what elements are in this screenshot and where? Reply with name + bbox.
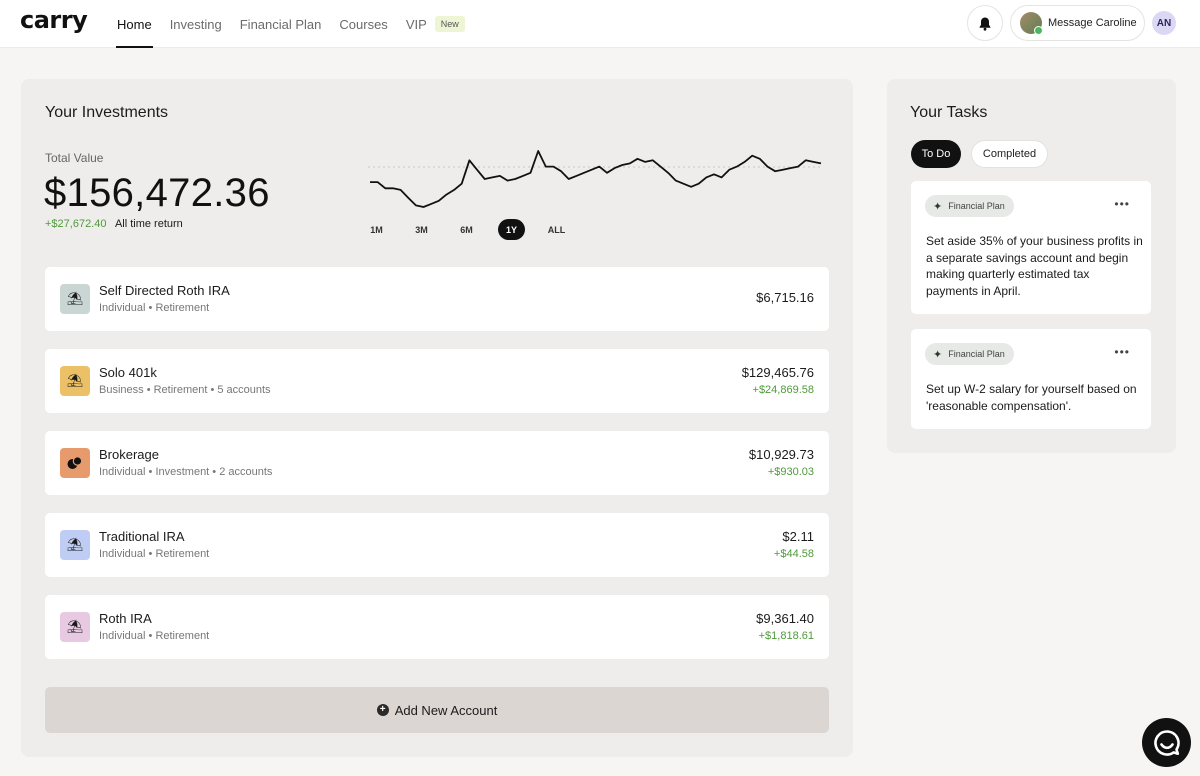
account-value: $6,715.16 (756, 290, 814, 305)
add-new-account-label: Add New Account (394, 702, 498, 718)
all-time-return: +$27,672.40 All time return (45, 218, 183, 230)
account-solo-401k[interactable]: ⛱ Solo 401k Business • Retirement • 5 ac… (45, 349, 829, 413)
time-range-selector: 1M 3M 6M 1Y ALL (363, 219, 588, 240)
account-details: Business • Retirement • 5 accounts (99, 384, 271, 396)
carry-logo[interactable]: carry (20, 6, 88, 34)
account-name: Solo 401k (99, 365, 157, 380)
more-options-icon[interactable]: ••• (1114, 345, 1130, 359)
account-value: $129,465.76 (741, 365, 814, 380)
tab-completed[interactable]: Completed (971, 140, 1048, 168)
account-brokerage[interactable]: Brokerage Individual • Investment • 2 ac… (45, 431, 829, 495)
umbrella-icon: ⛱ (60, 530, 90, 560)
advisor-avatar (1020, 12, 1043, 35)
account-value: $2.11 (782, 529, 814, 544)
chat-support-button[interactable] (1142, 718, 1191, 767)
tasks-title: Your Tasks (910, 104, 988, 121)
nav-home[interactable]: Home (116, 0, 153, 48)
account-traditional-ira[interactable]: ⛱ Traditional IRA Individual • Retiremen… (45, 513, 829, 577)
message-advisor-button[interactable]: Message Caroline (1010, 5, 1145, 41)
range-3m[interactable]: 3M (408, 219, 435, 240)
account-gain: +$44.58 (773, 548, 814, 560)
chat-icon (1153, 729, 1180, 756)
add-new-account-button[interactable]: + Add New Account (45, 687, 829, 733)
performance-chart[interactable] (368, 149, 823, 209)
top-navigation-bar: carry Home Investing Financial Plan Cour… (0, 0, 1200, 48)
tasks-tabs: To Do Completed (911, 140, 1058, 168)
more-options-icon[interactable]: ••• (1114, 197, 1130, 211)
investments-panel: Your Investments Total Value $156,472.36… (21, 79, 853, 757)
range-all[interactable]: ALL (543, 219, 570, 240)
account-details: Individual • Retirement (99, 630, 210, 642)
task-text: Set up W-2 salary for yourself based on … (926, 382, 1137, 413)
task-tag-label: Financial Plan (948, 349, 1005, 359)
account-name: Roth IRA (99, 611, 152, 626)
account-name: Traditional IRA (99, 529, 185, 544)
nav-vip[interactable]: VIP New (406, 0, 465, 48)
account-name: Self Directed Roth IRA (99, 283, 230, 298)
nav-vip-label: VIP (405, 16, 427, 32)
return-amount: +$27,672.40 (45, 218, 107, 230)
range-1m[interactable]: 1M (363, 219, 390, 240)
task-tag: ✦ Financial Plan (925, 343, 1014, 365)
account-gain: +$930.03 (767, 466, 814, 478)
tasks-panel: Your Tasks To Do Completed ✦ Financial P… (887, 79, 1176, 453)
task-tag-label: Financial Plan (948, 201, 1005, 211)
investments-title: Your Investments (45, 104, 169, 121)
account-value: $10,929.73 (748, 447, 814, 462)
task-card[interactable]: ✦ Financial Plan ••• Set aside 35% of yo… (911, 181, 1151, 314)
series-line (370, 150, 822, 208)
account-gain: +$24,869.58 (752, 384, 814, 396)
account-details: Individual • Retirement (99, 302, 210, 314)
range-6m[interactable]: 6M (453, 219, 480, 240)
account-details: Individual • Investment • 2 accounts (99, 466, 273, 478)
message-advisor-label: Message Caroline (1048, 17, 1137, 29)
user-avatar[interactable]: AN (1152, 11, 1176, 35)
range-1y[interactable]: 1Y (498, 219, 525, 240)
return-label: All time return (114, 218, 183, 230)
task-tag: ✦ Financial Plan (925, 195, 1014, 217)
sparkle-icon: ✦ (933, 348, 943, 361)
task-text: Set aside 35% of your business profits i… (926, 234, 1143, 298)
new-badge: New (434, 16, 465, 32)
task-card[interactable]: ✦ Financial Plan ••• Set up W-2 salary f… (911, 329, 1151, 429)
sparkle-icon: ✦ (933, 200, 943, 213)
total-value-label: Total Value (45, 151, 104, 165)
umbrella-icon: ⛱ (60, 284, 90, 314)
tab-to-do[interactable]: To Do (911, 140, 961, 168)
nav-financial-plan[interactable]: Financial Plan (240, 0, 322, 48)
account-gain: +$1,818.61 (758, 630, 814, 642)
umbrella-icon: ⛱ (60, 366, 90, 396)
account-self-directed-roth-ira[interactable]: ⛱ Self Directed Roth IRA Individual • Re… (45, 267, 829, 331)
total-value: $156,472.36 (44, 171, 270, 215)
account-roth-ira[interactable]: ⛱ Roth IRA Individual • Retirement $9,36… (45, 595, 829, 659)
notifications-button[interactable] (967, 5, 1003, 41)
account-details: Individual • Retirement (99, 548, 210, 560)
coins-icon (60, 448, 90, 478)
nav-investing[interactable]: Investing (170, 0, 222, 48)
bell-icon (979, 17, 991, 31)
plus-circle-icon: + (376, 704, 389, 716)
umbrella-icon: ⛱ (60, 612, 90, 642)
nav-courses[interactable]: Courses (339, 0, 387, 48)
account-value: $9,361.40 (756, 611, 814, 626)
account-name: Brokerage (99, 447, 159, 462)
main-nav: Home Investing Financial Plan Courses VI… (116, 0, 483, 48)
